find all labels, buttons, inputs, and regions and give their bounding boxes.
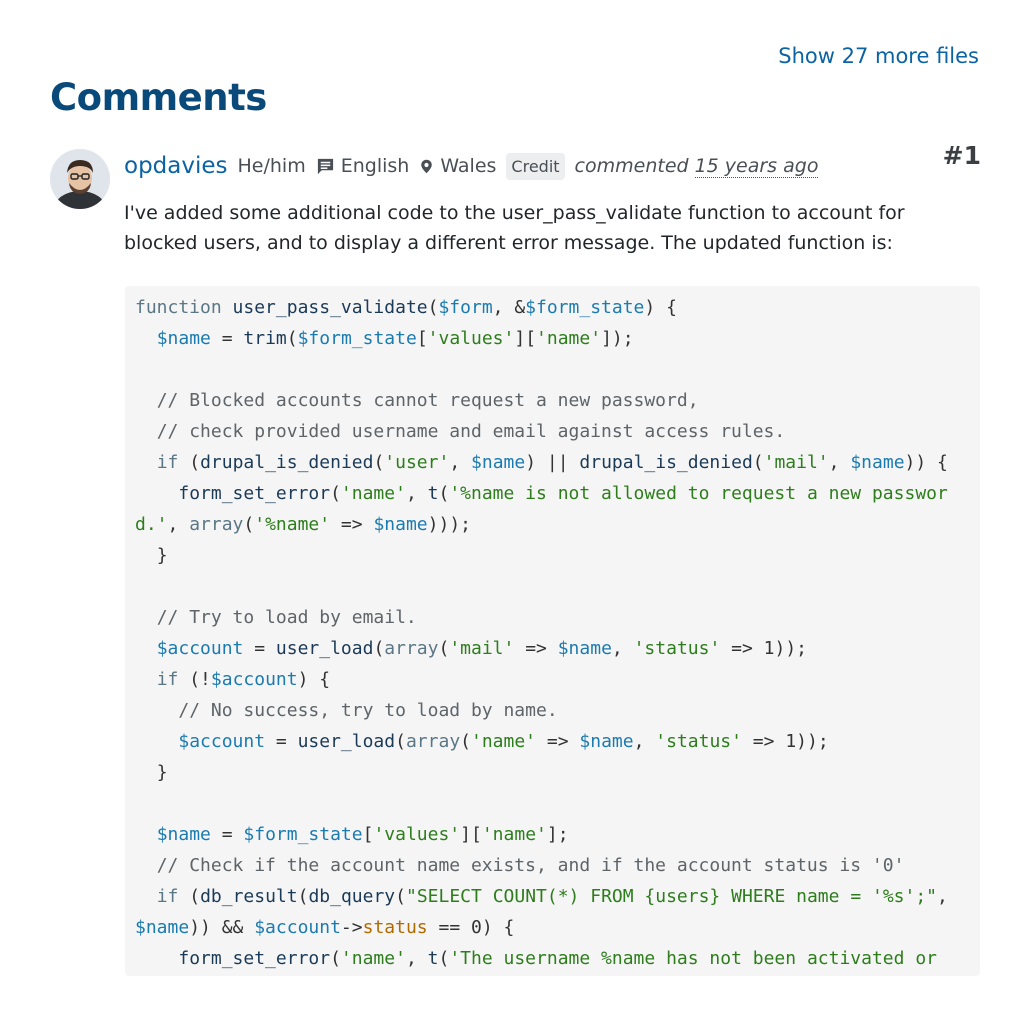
code-line: if (!$account) { xyxy=(156,669,331,690)
code-line: $account = user_load(array('mail' => $na… xyxy=(156,638,807,659)
code-line: $name = trim($form_state['values']['name… xyxy=(156,328,634,349)
code-block: function user_pass_validate($form, &$for… xyxy=(125,286,980,976)
code-line: } xyxy=(135,762,168,783)
language-label: English xyxy=(340,155,410,177)
code-line: form_set_error('name', t('The username %… xyxy=(178,948,937,969)
code-line: // Try to load by email. xyxy=(156,607,417,628)
author-language: English xyxy=(316,155,410,177)
code-line: } xyxy=(135,545,168,566)
code-line: $account = user_load(array('name' => $na… xyxy=(178,731,829,752)
section-title: Comments xyxy=(50,76,267,119)
author-location: Wales xyxy=(419,155,496,177)
code-line: if (db_result(db_query("SELECT COUNT(*) … xyxy=(135,886,959,938)
author-pronouns: He/him xyxy=(237,155,306,177)
code-line: if (drupal_is_denied('user', $name) || d… xyxy=(156,452,948,473)
time-ago: 15 years ago xyxy=(694,155,819,178)
comment-author-link[interactable]: opdavies xyxy=(124,153,228,179)
code-line: // Blocked accounts cannot request a new… xyxy=(156,390,699,411)
chat-bubble-icon xyxy=(317,158,333,174)
avatar-image xyxy=(50,149,110,209)
comment-permalink[interactable]: #1 xyxy=(943,141,981,170)
code-line: // check provided username and email aga… xyxy=(156,421,786,442)
code-line: function user_pass_validate($form, &$for… xyxy=(135,297,677,318)
code-line: // Check if the account name exists, and… xyxy=(156,855,905,876)
code-line: $name = $form_state['values']['name']; xyxy=(156,824,569,845)
commented-label: commented xyxy=(574,155,689,177)
credit-badge: Credit xyxy=(506,152,565,180)
user-avatar[interactable] xyxy=(50,149,110,209)
comment-timestamp: commented 15 years ago xyxy=(574,155,819,178)
code-line: form_set_error('name', t('%name is not a… xyxy=(135,483,948,535)
code-line: // No success, try to load by name. xyxy=(178,700,558,721)
comment-header: opdavies He/him English Wales Credit com… xyxy=(124,148,819,184)
location-label: Wales xyxy=(440,155,497,177)
comment-body: I've added some additional code to the u… xyxy=(124,202,905,254)
code-content: function user_pass_validate($form, &$for… xyxy=(135,292,970,974)
map-pin-icon xyxy=(421,159,433,173)
show-more-files-link[interactable]: Show 27 more files xyxy=(778,44,979,68)
